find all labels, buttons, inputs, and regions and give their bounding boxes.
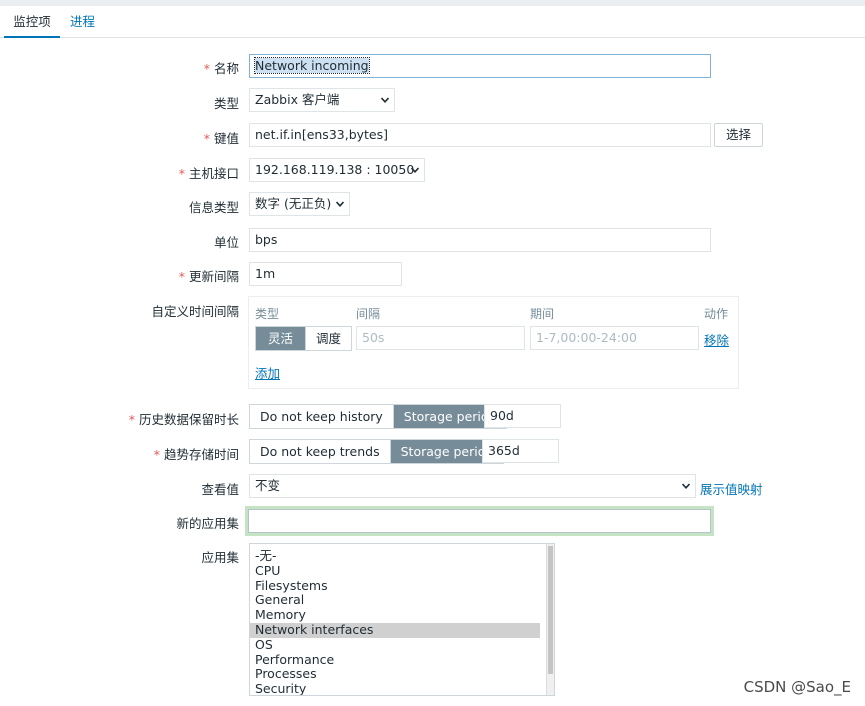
info-type-label: 信息类型 (188, 200, 239, 215)
col-header-period: 期间 (530, 307, 555, 321)
trends-label: * 趋势存储时间 (153, 447, 239, 462)
units-input[interactable]: bps (249, 228, 711, 252)
scheduling-option[interactable]: 调度 (305, 327, 352, 350)
show-value-label: 查看值 (201, 482, 239, 497)
period-input[interactable]: 1-7,00:00-24:00 (530, 326, 699, 350)
units-input-value: bps (255, 232, 278, 247)
interval-type-toggle: 灵活 调度 (255, 326, 353, 351)
flexible-option[interactable]: 灵活 (256, 327, 306, 350)
required-marker: * (128, 412, 135, 427)
chevron-down-icon (411, 167, 419, 173)
chevron-down-icon (682, 483, 690, 489)
remove-link[interactable]: 移除 (704, 330, 729, 349)
key-input[interactable]: net.if.in[ens33,bytes] (249, 123, 711, 147)
scrollbar-thumb[interactable] (548, 546, 553, 674)
history-label: * 历史数据保留时长 (128, 412, 239, 427)
list-item[interactable]: OS (250, 637, 540, 653)
trends-period-input[interactable]: 365d (482, 439, 559, 463)
update-interval-input[interactable]: 1m (249, 262, 402, 286)
list-item[interactable]: CPU (250, 563, 540, 579)
info-type-select[interactable]: 数字 (无正负) (249, 192, 350, 216)
applications-listbox[interactable]: -无- CPU Filesystems General Memory Netwo… (249, 543, 555, 696)
custom-intervals-table: 类型 间隔 期间 动作 灵活 调度 50s 1-7,00:00-24:00 移除… (248, 296, 739, 389)
units-label: 单位 (213, 235, 239, 250)
trends-period-value: 365d (488, 443, 520, 458)
name-label: * 名称 (203, 61, 239, 76)
key-input-value: net.if.in[ens33,bytes] (255, 127, 389, 142)
tab-process[interactable]: 进程 (70, 6, 95, 38)
update-interval-value: 1m (255, 266, 276, 281)
history-do-not-keep-option[interactable]: Do not keep history (250, 405, 393, 428)
type-select-value: Zabbix 客户端 (255, 92, 340, 107)
interface-label: * 主机接口 (178, 166, 239, 181)
required-marker: * (203, 131, 210, 146)
type-select[interactable]: Zabbix 客户端 (249, 88, 395, 112)
show-value-mapping-link[interactable]: 展示值映射 (700, 479, 763, 498)
list-item[interactable]: -无- (250, 548, 540, 564)
list-item[interactable]: Security (250, 681, 540, 695)
tab-item[interactable]: 监控项 (4, 6, 60, 38)
required-marker: * (153, 447, 160, 462)
show-value-select-value: 不变 (255, 478, 281, 493)
col-header-action: 动作 (704, 307, 729, 321)
list-item[interactable]: Performance (250, 652, 540, 668)
name-input[interactable]: Network incoming (249, 54, 711, 78)
type-label: 类型 (213, 96, 239, 111)
history-period-input[interactable]: 90d (484, 404, 561, 428)
applications-options: -无- CPU Filesystems General Memory Netwo… (250, 544, 554, 695)
add-interval-link[interactable]: 添加 (255, 363, 280, 382)
period-placeholder: 1-7,00:00-24:00 (536, 330, 637, 345)
required-marker: * (178, 269, 185, 284)
chevron-down-icon (336, 201, 344, 207)
custom-intervals-label: 自定义时间间隔 (151, 304, 239, 319)
listbox-scrollbar[interactable] (546, 544, 554, 695)
interface-select-value: 192.168.119.138 : 10050 (255, 162, 415, 177)
applications-label: 应用集 (201, 550, 239, 565)
col-header-interval: 间隔 (356, 307, 381, 321)
select-key-button[interactable]: 选择 (714, 123, 763, 147)
list-item-selected[interactable]: Network interfaces (250, 622, 540, 638)
list-item[interactable]: Processes (250, 667, 540, 682)
list-item[interactable]: Memory (250, 607, 540, 623)
name-input-value: Network incoming (254, 57, 370, 74)
watermark: CSDN @Sao_E (743, 678, 851, 696)
new-application-input[interactable] (248, 509, 711, 533)
interface-select[interactable]: 192.168.119.138 : 10050 (249, 158, 425, 182)
required-marker: * (178, 166, 185, 181)
update-interval-label: * 更新间隔 (178, 269, 239, 284)
interval-placeholder: 50s (362, 330, 385, 345)
list-item[interactable]: Filesystems (250, 578, 540, 594)
info-type-select-value: 数字 (无正负) (255, 196, 332, 211)
trends-toggle: Do not keep trends Storage period (249, 439, 505, 464)
required-marker: * (203, 61, 210, 76)
tab-bar: 监控项 进程 (0, 6, 865, 38)
trends-do-not-keep-option[interactable]: Do not keep trends (250, 440, 390, 463)
key-label: * 键值 (203, 131, 239, 146)
interval-input[interactable]: 50s (356, 326, 525, 350)
show-value-select[interactable]: 不变 (249, 474, 696, 498)
list-item[interactable]: General (250, 593, 540, 608)
new-application-label: 新的应用集 (176, 516, 239, 531)
chevron-down-icon (381, 97, 389, 103)
history-period-value: 90d (490, 408, 514, 423)
col-header-type: 类型 (255, 307, 280, 321)
history-toggle: Do not keep history Storage period (249, 404, 508, 429)
